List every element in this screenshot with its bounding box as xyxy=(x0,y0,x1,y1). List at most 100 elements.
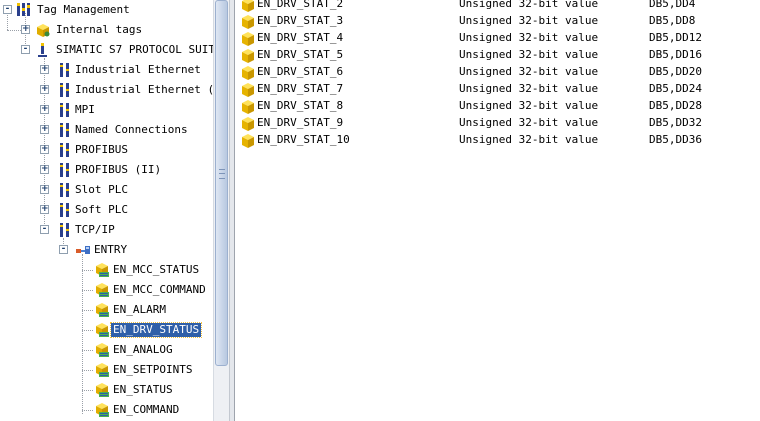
expand-toggle-icon[interactable]: + xyxy=(40,85,49,94)
tree-node-label[interactable]: ENTRY xyxy=(92,243,129,257)
tree-node[interactable]: + PROFIBUS xyxy=(0,140,213,160)
tree-node[interactable]: - SIMATIC S7 PROTOCOL SUITE xyxy=(0,40,213,60)
channel-unit-icon xyxy=(57,162,73,178)
tag-address-cell: DB5,DD32 xyxy=(649,116,702,129)
tree-node-label[interactable]: EN_SETPOINTS xyxy=(111,363,194,377)
tree-node[interactable]: EN_SETPOINTS xyxy=(0,360,213,380)
tree-node-label[interactable]: Named Connections xyxy=(73,123,190,137)
tree-node[interactable]: - ENTRY xyxy=(0,240,213,260)
tag-name-cell: EN_DRV_STAT_7 xyxy=(257,82,344,95)
tree-node-label[interactable]: EN_ANALOG xyxy=(111,343,175,357)
tree-node[interactable]: + Soft PLC xyxy=(0,200,213,220)
channel-unit-icon xyxy=(57,142,73,158)
tree-node[interactable]: + PROFIBUS (II) xyxy=(0,160,213,180)
tag-type-cell: Unsigned 32-bit value xyxy=(459,48,599,61)
tag-group-icon xyxy=(94,342,110,358)
tree-node-label[interactable]: EN_MCC_STATUS xyxy=(111,263,201,277)
tree-node[interactable]: EN_STATUS xyxy=(0,380,213,400)
tree-node-label[interactable]: Soft PLC xyxy=(73,203,130,217)
tree-node[interactable]: + Industrial Ethernet (II) xyxy=(0,80,213,100)
channel-unit-icon xyxy=(57,82,73,98)
tag-list-row[interactable]: EN_DRV_STAT_4 Unsigned 32-bit value DB5,DD… xyxy=(235,30,760,47)
channel-unit-icon xyxy=(57,102,73,118)
collapse-toggle-icon[interactable]: - xyxy=(3,5,12,14)
tree-node-label[interactable]: PROFIBUS xyxy=(73,143,130,157)
tag-type-cell: Unsigned 32-bit value xyxy=(459,99,599,112)
tag-type-cell: Unsigned 32-bit value xyxy=(459,31,599,44)
tag-type-cell: Unsigned 32-bit value xyxy=(459,133,599,146)
tag-name-cell: EN_DRV_STAT_8 xyxy=(257,99,344,112)
tag-name-cell: EN_DRV_STAT_10 xyxy=(257,133,350,146)
tag-cube-icon xyxy=(240,65,256,81)
tree-node[interactable]: + MPI xyxy=(0,100,213,120)
tag-address-cell: DB5,DD16 xyxy=(649,48,702,61)
tag-list-row[interactable]: EN_DRV_STAT_2 Unsigned 32-bit value DB5,DD… xyxy=(235,0,760,13)
expand-toggle-icon[interactable]: + xyxy=(40,165,49,174)
tree-node-label[interactable]: SIMATIC S7 PROTOCOL SUITE xyxy=(54,43,213,57)
tree-node-label[interactable]: Slot PLC xyxy=(73,183,130,197)
tree-node-label[interactable]: Internal tags xyxy=(54,23,144,37)
tag-list[interactable]: EN_DRV_STAT_2 Unsigned 32-bit value DB5,DD… xyxy=(235,0,760,421)
tree-node[interactable]: EN_DRV_STATUS xyxy=(0,320,213,340)
tree-node-label[interactable]: EN_DRV_STATUS xyxy=(109,322,203,338)
tag-name-cell: EN_DRV_STAT_3 xyxy=(257,14,344,27)
collapse-toggle-icon[interactable]: - xyxy=(21,45,30,54)
tree-node[interactable]: EN_MCC_STATUS xyxy=(0,260,213,280)
tag-list-row[interactable]: EN_DRV_STAT_9 Unsigned 32-bit value DB5,DD… xyxy=(235,115,760,132)
tag-tree[interactable]: - Tag Management + Internal tags - SIMATIC S7… xyxy=(0,0,213,421)
tree-node[interactable]: + Industrial Ethernet xyxy=(0,60,213,80)
tag-name-cell: EN_DRV_STAT_4 xyxy=(257,31,344,44)
tag-group-icon xyxy=(94,302,110,318)
tag-name-cell: EN_DRV_STAT_5 xyxy=(257,48,344,61)
expand-toggle-icon[interactable]: + xyxy=(40,185,49,194)
channel-unit-icon xyxy=(57,182,73,198)
tag-cube-icon xyxy=(240,116,256,132)
expand-toggle-icon[interactable]: + xyxy=(40,105,49,114)
channel-unit-icon xyxy=(57,222,73,238)
tag-type-cell: Unsigned 32-bit value xyxy=(459,116,599,129)
tree-node-label[interactable]: EN_MCC_COMMAND xyxy=(111,283,208,297)
expand-toggle-icon[interactable]: + xyxy=(21,25,30,34)
tag-list-row[interactable]: EN_DRV_STAT_6 Unsigned 32-bit value DB5,DD… xyxy=(235,64,760,81)
tag-address-cell: DB5,DD12 xyxy=(649,31,702,44)
collapse-toggle-icon[interactable]: - xyxy=(40,225,49,234)
tree-node[interactable]: + Internal tags xyxy=(0,20,213,40)
tree-node-label[interactable]: EN_STATUS xyxy=(111,383,175,397)
scrollbar-thumb[interactable] xyxy=(215,0,228,366)
tree-node[interactable]: + Slot PLC xyxy=(0,180,213,200)
tree-node[interactable]: - Tag Management xyxy=(0,0,213,20)
tag-list-row[interactable]: EN_DRV_STAT_3 Unsigned 32-bit value DB5,DD… xyxy=(235,13,760,30)
tree-node-label[interactable]: EN_COMMAND xyxy=(111,403,181,417)
tree-node[interactable]: EN_MCC_COMMAND xyxy=(0,280,213,300)
expand-toggle-icon[interactable]: + xyxy=(40,125,49,134)
tree-node-label[interactable]: MPI xyxy=(73,103,97,117)
expand-toggle-icon[interactable]: + xyxy=(40,205,49,214)
tree-node-label[interactable]: TCP/IP xyxy=(73,223,117,237)
channel-unit-icon xyxy=(57,62,73,78)
tag-type-cell: Unsigned 32-bit value xyxy=(459,14,599,27)
tag-address-cell: DB5,DD28 xyxy=(649,99,702,112)
tree-node[interactable]: EN_ALARM xyxy=(0,300,213,320)
tag-type-cell: Unsigned 32-bit value xyxy=(459,65,599,78)
tree-vertical-scrollbar[interactable] xyxy=(213,0,230,421)
tree-node[interactable]: EN_COMMAND xyxy=(0,400,213,420)
tree-node-label[interactable]: Industrial Ethernet (II) xyxy=(73,83,213,97)
tree-node[interactable]: - TCP/IP xyxy=(0,220,213,240)
tag-group-icon xyxy=(94,262,110,278)
expand-toggle-icon[interactable]: + xyxy=(40,65,49,74)
tag-list-row[interactable]: EN_DRV_STAT_8 Unsigned 32-bit value DB5,DD… xyxy=(235,98,760,115)
collapse-toggle-icon[interactable]: - xyxy=(59,245,68,254)
tag-list-row[interactable]: EN_DRV_STAT_10 Unsigned 32-bit value DB5,D… xyxy=(235,132,760,149)
tree-node[interactable]: + Named Connections xyxy=(0,120,213,140)
tree-node[interactable]: EN_ANALOG xyxy=(0,340,213,360)
tag-address-cell: DB5,DD8 xyxy=(649,14,696,27)
expand-toggle-icon[interactable]: + xyxy=(40,145,49,154)
tree-node-label[interactable]: PROFIBUS (II) xyxy=(73,163,163,177)
tree-node-label[interactable]: EN_ALARM xyxy=(111,303,168,317)
tag-list-row[interactable]: EN_DRV_STAT_5 Unsigned 32-bit value DB5,DD… xyxy=(235,47,760,64)
tag-list-row[interactable]: EN_DRV_STAT_7 Unsigned 32-bit value DB5,DD… xyxy=(235,81,760,98)
tag-address-cell: DB5,DD24 xyxy=(649,82,702,95)
tag-group-icon xyxy=(94,382,110,398)
tree-node-label[interactable]: Industrial Ethernet xyxy=(73,63,203,77)
tree-node-label[interactable]: Tag Management xyxy=(35,3,132,17)
